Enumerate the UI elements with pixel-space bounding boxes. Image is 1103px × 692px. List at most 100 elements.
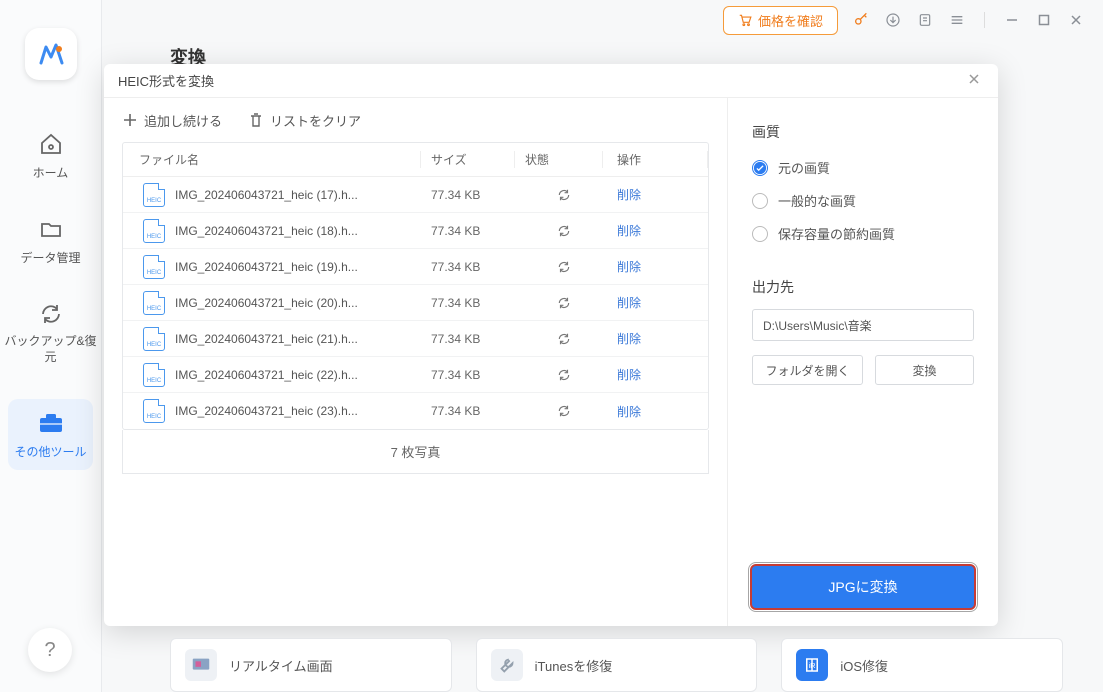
trash-icon	[248, 112, 264, 128]
file-name: IMG_202406043721_heic (23).h...	[175, 404, 358, 418]
refresh-icon	[557, 188, 571, 202]
file-name: IMG_202406043721_heic (19).h...	[175, 260, 358, 274]
close-window-icon[interactable]	[1067, 11, 1085, 29]
nav-label: バックアップ&復元	[0, 334, 101, 365]
file-name: IMG_202406043721_heic (22).h...	[175, 368, 358, 382]
file-pane: 追加し続ける リストをクリア ファイル名 サイズ 状態 操作 HEICIMG_2…	[104, 98, 728, 626]
menu-icon[interactable]	[948, 11, 966, 29]
price-button[interactable]: 価格を確認	[723, 6, 838, 35]
quality-normal-label: 一般的な画質	[778, 191, 856, 210]
nav-data[interactable]: データ管理	[0, 215, 101, 266]
radio-unchecked-icon	[752, 193, 768, 209]
convert-to-jpg-button[interactable]: JPGに変換	[752, 566, 974, 608]
output-path-input[interactable]	[752, 309, 974, 341]
file-size: 77.34 KB	[421, 260, 515, 274]
file-size: 77.34 KB	[421, 296, 515, 310]
question-icon: ?	[44, 639, 55, 662]
delete-button[interactable]: 削除	[603, 403, 708, 420]
tile-realtime[interactable]: リアルタイム画面	[170, 638, 452, 692]
nav-tools[interactable]: その他ツール	[8, 399, 93, 470]
nav-label: ホーム	[33, 164, 69, 181]
table-row: HEICIMG_202406043721_heic (22).h...77.34…	[123, 357, 708, 393]
help-button[interactable]: ?	[28, 628, 72, 672]
file-status	[515, 260, 603, 274]
window-bar: 価格を確認	[102, 0, 1103, 40]
sidebar: ホーム データ管理 バックアップ&復元 その他ツール ?	[0, 0, 102, 692]
heic-convert-modal: HEIC形式を変換 追加し続ける リストをクリア ファイル名 サイズ 状態	[104, 64, 998, 626]
delete-button[interactable]: 削除	[603, 222, 708, 239]
heic-file-icon: HEIC	[143, 291, 165, 315]
heic-file-icon: HEIC	[143, 219, 165, 243]
file-status	[515, 224, 603, 238]
quality-normal[interactable]: 一般的な画質	[752, 191, 974, 210]
file-size: 77.34 KB	[421, 188, 515, 202]
clear-list-button[interactable]: リストをクリア	[248, 111, 361, 130]
delete-button[interactable]: 削除	[603, 258, 708, 275]
col-header-name: ファイル名	[123, 151, 421, 168]
table-row: HEICIMG_202406043721_heic (17).h...77.34…	[123, 177, 708, 213]
tile-label: iOS修復	[840, 656, 888, 675]
delete-button[interactable]: 削除	[603, 366, 708, 383]
ios-repair-icon: iR	[796, 649, 828, 681]
download-icon[interactable]	[884, 11, 902, 29]
table-row: HEIC IMG_202406043721_heic (19).h... 77.34…	[123, 249, 708, 285]
open-folder-button[interactable]: フォルダを開く	[752, 355, 863, 385]
file-status	[515, 296, 603, 310]
maximize-icon[interactable]	[1035, 11, 1053, 29]
tile-label: iTunesを修復	[535, 656, 613, 675]
delete-button[interactable]: 削除	[603, 186, 708, 203]
col-header-action: 操作	[603, 151, 708, 168]
wrench-icon	[491, 649, 523, 681]
options-pane: 画質 元の画質 一般的な画質 保存容量の節約画質 出力先 フォルダを開く 変換 …	[728, 98, 998, 626]
quality-lowsize[interactable]: 保存容量の節約画質	[752, 224, 974, 243]
file-size: 77.34 KB	[421, 332, 515, 346]
output-heading: 出力先	[752, 277, 974, 297]
refresh-icon	[557, 260, 571, 274]
delete-button[interactable]: 削除	[603, 330, 708, 347]
refresh-icon	[557, 296, 571, 310]
radio-unchecked-icon	[752, 226, 768, 242]
file-status	[515, 368, 603, 382]
table-row: HEICIMG_202406043721_heic (23).h...77.34…	[123, 393, 708, 429]
file-name: IMG_202406043721_heic (18).h...	[175, 224, 358, 238]
add-more-button[interactable]: 追加し続ける	[122, 111, 222, 130]
toolbox-icon	[37, 409, 65, 437]
refresh-icon	[557, 224, 571, 238]
file-status	[515, 332, 603, 346]
tool-tiles: リアルタイム画面 iTunesを修復 iR iOS修復	[170, 638, 1063, 692]
heic-file-icon: HEIC	[143, 327, 165, 351]
price-label: 価格を確認	[758, 11, 823, 30]
file-status	[515, 404, 603, 418]
screen-icon	[185, 649, 217, 681]
nav-backup[interactable]: バックアップ&復元	[0, 300, 101, 365]
quality-lowsize-label: 保存容量の節約画質	[778, 224, 895, 243]
add-more-label: 追加し続ける	[144, 111, 222, 130]
file-status	[515, 188, 603, 202]
heic-file-icon: HEIC	[143, 399, 165, 423]
col-header-status: 状態	[515, 151, 603, 168]
quality-original-label: 元の画質	[778, 158, 830, 177]
convert-small-button[interactable]: 変換	[875, 355, 974, 385]
clear-list-label: リストをクリア	[270, 111, 361, 130]
delete-button[interactable]: 削除	[603, 294, 708, 311]
modal-title: HEIC形式を変換	[118, 71, 214, 90]
nav-home[interactable]: ホーム	[0, 130, 101, 181]
note-icon[interactable]	[916, 11, 934, 29]
nav-label: データ管理	[20, 249, 80, 266]
heic-file-icon: HEIC	[143, 183, 165, 207]
quality-original[interactable]: 元の画質	[752, 158, 974, 177]
modal-close-button[interactable]	[968, 73, 984, 89]
table-header: ファイル名 サイズ 状態 操作	[123, 143, 708, 177]
table-row: HEICIMG_202406043721_heic (20).h...77.34…	[123, 285, 708, 321]
heic-file-icon: HEIC	[143, 255, 165, 279]
heic-file-icon: HEIC	[143, 363, 165, 387]
quality-heading: 画質	[752, 122, 974, 142]
tile-ios[interactable]: iR iOS修復	[781, 638, 1063, 692]
file-count: 7 枚写真	[122, 430, 709, 474]
tile-itunes[interactable]: iTunesを修復	[476, 638, 758, 692]
minimize-icon[interactable]	[1003, 11, 1021, 29]
file-table: ファイル名 サイズ 状態 操作 HEICIMG_202406043721_hei…	[122, 142, 709, 430]
col-header-size: サイズ	[421, 151, 515, 168]
folder-icon	[37, 215, 65, 243]
key-icon[interactable]	[852, 11, 870, 29]
